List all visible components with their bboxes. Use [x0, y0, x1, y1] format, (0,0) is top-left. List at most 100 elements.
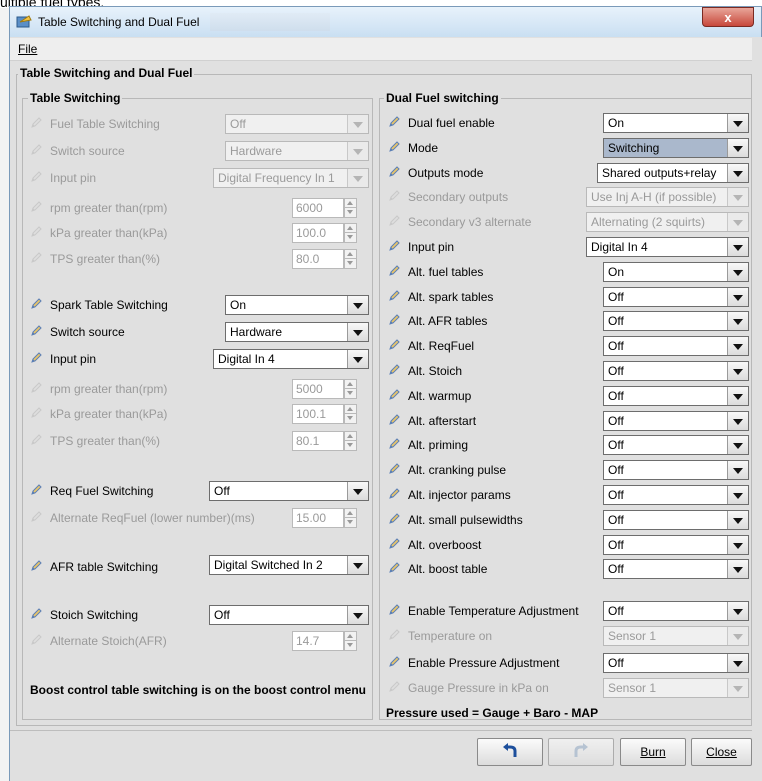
dual-2-value: Shared outputs+relay — [602, 165, 717, 180]
spin-arrows-icon — [344, 379, 357, 399]
afr-value: Digital Switched In 2 — [214, 558, 323, 572]
chevron-down-icon[interactable] — [727, 362, 748, 380]
chevron-down-icon[interactable] — [347, 482, 368, 500]
chevron-down-icon[interactable] — [727, 287, 748, 306]
dual-9-label: Alt. ReqFuel — [408, 339, 475, 354]
dual-9-select[interactable]: Off — [603, 336, 749, 357]
spark-0-value: On — [230, 298, 247, 312]
dual-12-select[interactable]: Off — [603, 410, 749, 431]
dual-10-select[interactable]: Off — [603, 361, 749, 381]
dual-11-select[interactable]: Off — [603, 385, 749, 406]
chevron-down-icon[interactable] — [347, 296, 368, 314]
chevron-down-icon[interactable] — [727, 510, 748, 529]
edit-pencil-icon — [389, 265, 400, 276]
dual-14-value: Off — [608, 463, 624, 478]
stoich-1-label: Alternate Stoich(AFR) — [50, 634, 167, 648]
chevron-down-icon[interactable] — [727, 461, 748, 480]
chevron-down-icon[interactable] — [347, 606, 368, 624]
spark-1-select[interactable]: Hardware — [225, 322, 369, 342]
chevron-down-icon[interactable] — [347, 556, 368, 574]
dual-4-value: Alternating (2 squirts) — [591, 215, 706, 230]
chevron-down-icon[interactable] — [727, 163, 748, 182]
chevron-down-icon[interactable] — [727, 312, 748, 331]
dual-2-label: Outputs mode — [408, 165, 484, 180]
dual-0-label: Dual fuel enable — [408, 116, 495, 130]
fuel-0-select: Off — [225, 114, 369, 134]
title-bar[interactable]: Table Switching and Dual Fuel x — [9, 6, 762, 37]
dual-13-select[interactable]: Off — [603, 435, 749, 456]
window-close-button[interactable]: x — [702, 7, 754, 27]
dual-5-select[interactable]: Digital In 4 — [586, 237, 749, 257]
dual-4-label: Secondary v3 alternate — [408, 215, 532, 230]
stoich-0-select[interactable]: Off — [209, 605, 369, 625]
spark-5-field: 80.1 — [292, 431, 344, 451]
dual-7-value: Off — [608, 289, 624, 304]
fuel-1-label: Switch source — [50, 144, 125, 158]
chevron-down-icon[interactable] — [727, 535, 748, 554]
burn-button[interactable]: Burn — [620, 738, 686, 766]
afr-select[interactable]: Digital Switched In 2 — [209, 555, 369, 575]
spark-3-field: 5000 — [292, 379, 344, 399]
fuel-2-select: Digital Frequency In 1 — [213, 168, 369, 188]
chevron-down-icon[interactable] — [727, 654, 748, 672]
pressure-note: Pressure used = Gauge + Baro - MAP — [386, 706, 599, 720]
edit-pencil-icon — [389, 513, 400, 524]
chevron-down-icon[interactable] — [727, 602, 748, 620]
chevron-down-icon[interactable] — [727, 262, 748, 281]
chevron-down-icon[interactable] — [727, 560, 748, 579]
spin-divider — [344, 258, 357, 259]
chevron-down-icon[interactable] — [727, 337, 748, 356]
disabled-pencil-icon — [389, 190, 400, 202]
dual-6-select[interactable]: On — [603, 261, 749, 282]
edit-pencil-icon — [389, 240, 400, 251]
fuel-3-label: rpm greater than(rpm) — [50, 201, 168, 215]
chevron-down-icon[interactable] — [727, 114, 748, 132]
chevron-down-icon[interactable] — [727, 486, 748, 504]
redo-button[interactable] — [548, 738, 614, 766]
dual-14-label: Alt. cranking pulse — [408, 463, 507, 478]
dual-17-select[interactable]: Off — [603, 534, 749, 555]
reqfuel-0-select[interactable]: Off — [209, 481, 369, 501]
dual-4-select: Alternating (2 squirts) — [586, 212, 749, 233]
dual-1-select[interactable]: Switching — [603, 137, 749, 158]
spark-0-select[interactable]: On — [225, 295, 369, 315]
afr-label: AFR table Switching — [50, 560, 159, 574]
adjust-0-select[interactable]: Off — [603, 601, 749, 621]
window-title: Table Switching and Dual Fuel — [38, 15, 200, 29]
disabled-pencil-icon — [31, 171, 42, 182]
close-button[interactable]: Close — [691, 738, 752, 766]
dual-0-select[interactable]: On — [603, 113, 749, 133]
chevron-down-icon[interactable] — [347, 350, 368, 368]
disabled-pencil-icon — [31, 117, 42, 128]
dual-18-select[interactable]: Off — [603, 559, 749, 580]
dual-7-select[interactable]: Off — [603, 286, 749, 307]
adjust-2-select[interactable]: Off — [603, 653, 749, 673]
adjust-3-select: Sensor 1 — [603, 678, 749, 698]
disabled-pencil-icon — [31, 511, 42, 522]
fuel-5-label: TPS greater than(%) — [50, 252, 161, 266]
dual-8-select[interactable]: Off — [603, 311, 749, 332]
chevron-down-icon[interactable] — [727, 436, 748, 455]
dual-12-label: Alt. afterstart — [408, 413, 477, 428]
adjust-3-value: Sensor 1 — [608, 681, 657, 695]
dual-16-select[interactable]: Off — [603, 509, 749, 530]
chevron-down-icon[interactable] — [727, 238, 748, 256]
stoich-1-value: 14.7 — [296, 634, 320, 648]
spark-2-select[interactable]: Digital In 4 — [213, 349, 369, 369]
dual-2-select[interactable]: Shared outputs+relay — [597, 162, 749, 183]
edit-pencil-icon — [389, 656, 400, 667]
disabled-pencil-icon — [31, 144, 42, 155]
chevron-down-icon[interactable] — [727, 386, 748, 405]
chevron-down-icon[interactable] — [727, 138, 748, 157]
dual-16-value: Off — [608, 512, 624, 527]
chevron-down-icon[interactable] — [727, 411, 748, 430]
dual-1-label: Mode — [408, 140, 439, 155]
dual-14-select[interactable]: Off — [603, 460, 749, 481]
dual-15-select[interactable]: Off — [603, 485, 749, 505]
chevron-down-icon[interactable] — [347, 323, 368, 341]
menu-file[interactable]: File — [18, 42, 37, 56]
button-bar-divider — [10, 730, 752, 731]
spin-arrows-icon — [344, 631, 357, 651]
edit-pencil-icon — [31, 608, 42, 619]
undo-button[interactable] — [477, 738, 543, 766]
